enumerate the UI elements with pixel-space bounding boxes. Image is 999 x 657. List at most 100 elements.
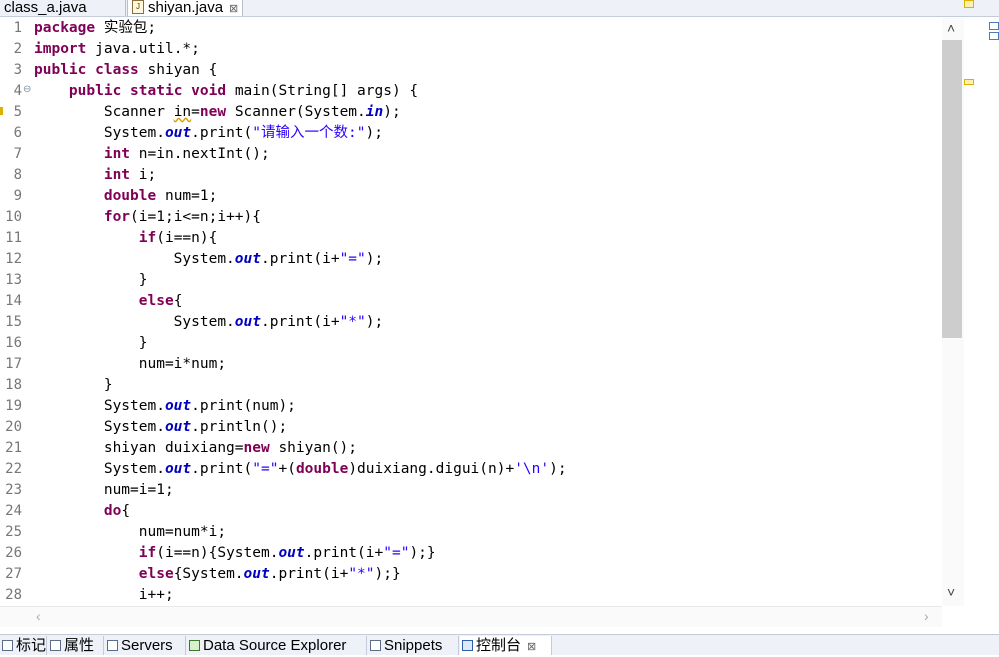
- minimized-view-icon[interactable]: [989, 32, 999, 40]
- code-line[interactable]: 18 }: [0, 375, 940, 396]
- line-number: 11: [5, 230, 22, 246]
- code-line[interactable]: 26 if(i==n){System.out.print(i+"=");}: [0, 543, 940, 564]
- code-token: );}: [409, 545, 436, 561]
- code-text: int n=in.nextInt();: [34, 144, 270, 165]
- tab-label: Data Source Explorer: [203, 637, 347, 654]
- code-line[interactable]: 17 num=i*num;: [0, 354, 940, 375]
- code-editor[interactable]: 1 package 实验包; 2 import java.util.*; 3 public…: [0, 18, 940, 606]
- code-token: num=num*i;: [34, 524, 227, 540]
- code-token: );: [549, 461, 567, 477]
- warning-marker-icon[interactable]: [0, 107, 3, 115]
- editor-tab-shiyan[interactable]: Jshiyan.java ⊠: [127, 0, 243, 16]
- data-source-explorer-icon: [189, 640, 200, 651]
- editor-tab-label: shiyan.java: [148, 0, 224, 16]
- code-line[interactable]: 6 System.out.print("请输入一个数:");: [0, 123, 940, 144]
- editor-tab-class-a[interactable]: class_a.java: [0, 0, 126, 16]
- horizontal-scrollbar[interactable]: ‹ ›: [0, 606, 942, 627]
- keyword-token: public: [68, 83, 122, 99]
- code-token: );: [365, 314, 384, 330]
- code-line[interactable]: 24 do{: [0, 501, 940, 522]
- code-line[interactable]: 4 ⊖ public static void main(String[] args…: [0, 81, 940, 102]
- line-number: 16: [5, 335, 22, 351]
- code-line[interactable]: 22 System.out.print("="+(double)duixiang…: [0, 459, 940, 480]
- scroll-down-icon[interactable]: ˅: [947, 584, 955, 600]
- scroll-left-icon[interactable]: ‹: [36, 608, 41, 624]
- code-line[interactable]: 20 System.out.println();: [0, 417, 940, 438]
- tab-label: 控制台: [476, 637, 522, 654]
- code-line[interactable]: 13 }: [0, 270, 940, 291]
- code-line[interactable]: 12 System.out.print(i+"=");: [0, 249, 940, 270]
- code-line[interactable]: 14 else{: [0, 291, 940, 312]
- overview-warning-marker[interactable]: [964, 79, 974, 85]
- fold-toggle-icon[interactable]: ⊖: [23, 84, 31, 95]
- code-text: }: [34, 270, 148, 291]
- code-text: if(i==n){System.out.print(i+"=");}: [34, 543, 436, 564]
- code-line[interactable]: 19 System.out.print(num);: [0, 396, 940, 417]
- field-token: out: [278, 545, 305, 561]
- code-token: .print(i+: [261, 314, 340, 330]
- overview-warning-marker[interactable]: [964, 0, 974, 8]
- code-line[interactable]: 27 else{System.out.print(i+"*");}: [0, 564, 940, 585]
- code-line[interactable]: 10 for(i=1;i<=n;i++){: [0, 207, 940, 228]
- scroll-right-icon[interactable]: ›: [924, 608, 929, 624]
- keyword-token: int: [103, 146, 131, 162]
- code-text: }: [34, 375, 113, 396]
- tab-servers[interactable]: Servers: [105, 636, 186, 655]
- code-line[interactable]: 8 int i;: [0, 165, 940, 186]
- code-token: System.: [34, 125, 165, 141]
- java-file-icon: J: [132, 0, 144, 14]
- code-token: =: [191, 104, 200, 120]
- servers-icon: [107, 640, 118, 651]
- code-line[interactable]: 11 if(i==n){: [0, 228, 940, 249]
- code-line[interactable]: 3 public class shiyan {: [0, 60, 940, 81]
- field-token: out: [243, 566, 270, 582]
- vertical-scrollbar[interactable]: ˄ ˅: [942, 18, 964, 606]
- close-tab-icon[interactable]: ⊠: [527, 641, 536, 653]
- code-line[interactable]: 25 num=num*i;: [0, 522, 940, 543]
- field-token: out: [164, 461, 192, 477]
- code-line[interactable]: 15 System.out.print(i+"*");: [0, 312, 940, 333]
- code-text: System.out.print("="+(double)duixiang.di…: [34, 459, 567, 480]
- code-line[interactable]: 2 import java.util.*;: [0, 39, 940, 60]
- line-number: 2: [13, 41, 22, 57]
- tab-data-source-explorer[interactable]: Data Source Explorer: [187, 636, 367, 655]
- string-token: "请输入一个数:": [252, 125, 366, 141]
- close-tab-icon[interactable]: ⊠: [229, 3, 238, 15]
- code-line[interactable]: 28 i++;: [0, 585, 940, 606]
- code-token: );: [365, 125, 383, 141]
- tab-snippets[interactable]: Snippets: [368, 636, 459, 655]
- code-line[interactable]: 1 package 实验包;: [0, 18, 940, 39]
- code-line[interactable]: 16 }: [0, 333, 940, 354]
- line-number: 21: [5, 440, 22, 456]
- code-token: Scanner(System.: [226, 104, 366, 120]
- code-line[interactable]: 9 double num=1;: [0, 186, 940, 207]
- code-line[interactable]: 21 shiyan duixiang=new shiyan();: [0, 438, 940, 459]
- tab-markers[interactable]: 标记: [0, 636, 47, 655]
- code-token: System.: [34, 251, 235, 267]
- tab-console[interactable]: 控制台 ⊠: [460, 636, 552, 655]
- code-line[interactable]: 5 Scanner in=new Scanner(System.in);: [0, 102, 940, 123]
- code-token: num=i*num;: [34, 356, 227, 372]
- code-token: (i==n){System.: [156, 545, 279, 561]
- keyword-token: if: [138, 230, 157, 246]
- tab-properties[interactable]: 属性: [48, 636, 104, 655]
- vertical-scroll-thumb[interactable]: [942, 40, 962, 338]
- keyword-token: double: [295, 461, 349, 477]
- code-text: else{: [34, 291, 183, 312]
- code-text: Scanner in=new Scanner(System.in);: [34, 102, 401, 123]
- code-line[interactable]: 7 int n=in.nextInt();: [0, 144, 940, 165]
- code-text: i++;: [34, 585, 174, 606]
- code-token: .print(: [191, 125, 253, 141]
- code-token: i;: [130, 167, 157, 183]
- scroll-up-icon[interactable]: ˄: [947, 20, 955, 36]
- restore-view-icon[interactable]: [989, 22, 999, 30]
- code-token: .print(num);: [191, 398, 296, 414]
- code-token: num=1;: [156, 188, 218, 204]
- keyword-token: static: [130, 83, 183, 99]
- keyword-token: do: [103, 503, 122, 519]
- code-line[interactable]: 23 num=i=1;: [0, 480, 940, 501]
